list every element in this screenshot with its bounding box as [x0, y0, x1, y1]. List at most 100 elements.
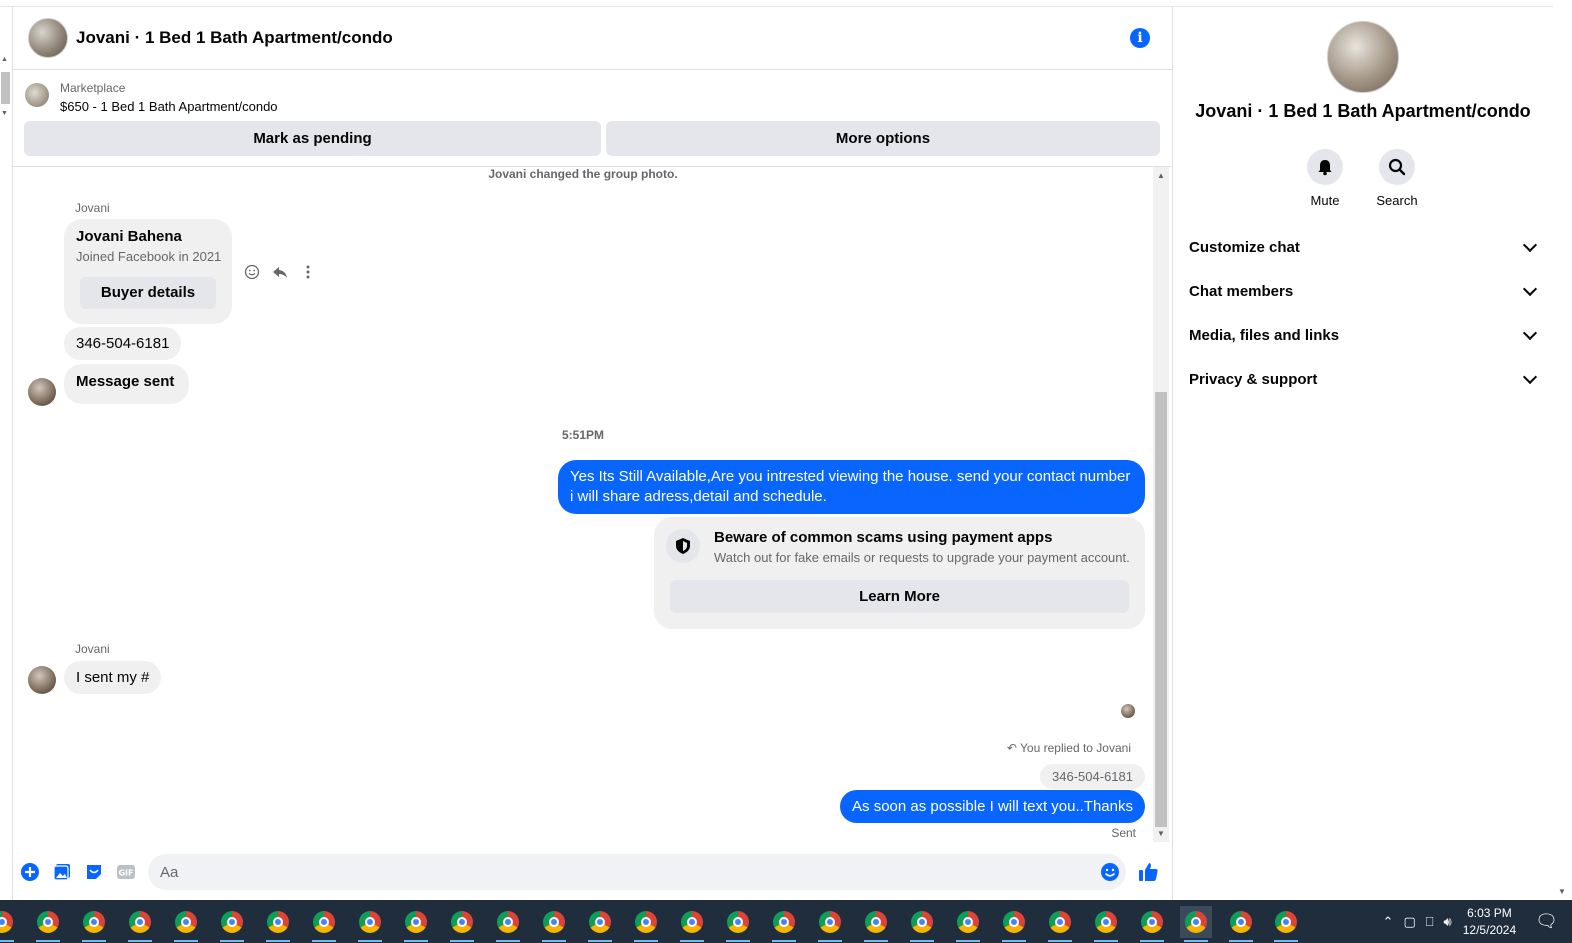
sender-avatar[interactable]	[28, 378, 56, 406]
learn-more-button[interactable]: Learn More	[670, 580, 1129, 613]
taskbar-app-chrome[interactable]	[78, 906, 110, 942]
clock[interactable]: 6:03 PM 12/5/2024	[1463, 905, 1516, 939]
scroll-thumb[interactable]	[1155, 392, 1167, 827]
section-media-files-links[interactable]: Media, files and links	[1189, 321, 1539, 349]
taskbar-app-chrome[interactable]	[1136, 906, 1168, 942]
group-avatar-large[interactable]	[1327, 21, 1399, 93]
left-scrollbar[interactable]: ▲ ▼	[0, 52, 12, 120]
taskbar-app-chrome[interactable]	[722, 906, 754, 942]
group-avatar[interactable]	[28, 18, 68, 58]
chevron-up-icon[interactable]: ⌃	[1383, 914, 1394, 930]
message-bubble[interactable]: I sent my #	[64, 661, 162, 694]
taskbar-app-chrome[interactable]	[1180, 906, 1212, 942]
notification-icon[interactable]: 🗨︎	[1535, 911, 1558, 932]
mute-label: Mute	[1310, 193, 1340, 208]
running-indicator	[312, 940, 336, 942]
scroll-down-arrow-icon[interactable]: ▼	[1, 110, 8, 117]
search-icon[interactable]	[1379, 149, 1415, 185]
message-bubble-outgoing[interactable]: As soon as possible I will text you..Tha…	[840, 790, 1145, 823]
mark-as-pending-button[interactable]: Mark as pending	[24, 121, 601, 156]
scroll-up-arrow-icon[interactable]: ▲	[1157, 171, 1165, 180]
composer: GIF	[13, 848, 1172, 900]
mute-button[interactable]: Mute	[1295, 149, 1355, 208]
taskbar-app-chrome[interactable]	[400, 906, 432, 942]
taskbar-app-chrome[interactable]	[262, 906, 294, 942]
replied-quote[interactable]: 346-504-6181	[1040, 764, 1145, 789]
taskbar-app-chrome[interactable]	[354, 906, 386, 942]
emoji-icon[interactable]	[1099, 861, 1121, 883]
running-indicator	[404, 940, 428, 942]
taskbar-app-chrome[interactable]	[308, 906, 340, 942]
volume-icon[interactable]: 🔊︎	[1444, 914, 1452, 930]
chat-title[interactable]: Jovani · 1 Bed 1 Bath Apartment/condo	[76, 28, 393, 48]
sticker-icon[interactable]	[83, 861, 105, 883]
listing-thumbnail[interactable]	[25, 83, 49, 107]
taskbar-app-chrome[interactable]	[676, 906, 708, 942]
scroll-down-arrow-icon[interactable]: ▼	[1558, 887, 1566, 896]
message-input[interactable]	[148, 854, 1126, 890]
message-bubble-outgoing[interactable]: Yes Its Still Available,Are you intreste…	[558, 460, 1145, 514]
running-indicator	[0, 940, 14, 942]
search-button[interactable]: Search	[1367, 149, 1427, 208]
scroll-down-arrow-icon[interactable]: ▼	[1157, 829, 1165, 838]
taskbar-app-chrome[interactable]	[1225, 906, 1257, 942]
chrome-icon	[589, 911, 611, 933]
taskbar-app-chrome[interactable]	[814, 906, 846, 942]
taskbar-app-chrome[interactable]	[492, 906, 524, 942]
taskbar-app-chrome[interactable]	[124, 906, 156, 942]
taskbar-app-chrome[interactable]	[630, 906, 662, 942]
more-vertical-icon[interactable]	[299, 263, 317, 281]
conversation: Jovani changed the group photo. Jovani J…	[13, 167, 1153, 847]
buyer-details-button[interactable]: Buyer details	[80, 277, 216, 309]
network-icon[interactable]: ⎕	[1426, 914, 1434, 930]
listing-title[interactable]: $650 - 1 Bed 1 Bath Apartment/condo	[60, 99, 278, 114]
taskbar-app-chrome[interactable]	[1270, 906, 1302, 942]
taskbar-app-chrome[interactable]	[860, 906, 892, 942]
clock-date: 12/5/2024	[1462, 922, 1517, 937]
bell-icon[interactable]	[1307, 149, 1343, 185]
running-indicator	[956, 940, 980, 942]
chrome-icon	[1049, 911, 1071, 933]
message-bubble[interactable]: Message sent	[64, 364, 190, 404]
chrome-icon	[865, 911, 887, 933]
taskbar-app-chrome[interactable]	[768, 906, 800, 942]
section-privacy-support[interactable]: Privacy & support	[1189, 365, 1539, 393]
running-indicator	[82, 940, 106, 942]
taskbar-app-chrome[interactable]	[1090, 906, 1122, 942]
taskbar-app-chrome[interactable]	[1044, 906, 1076, 942]
sender-name: Jovani	[75, 201, 110, 215]
window-scrollbar[interactable]: ▼	[1553, 0, 1572, 900]
taskbar-app-chrome[interactable]	[0, 906, 18, 942]
taskbar-app-chrome[interactable]	[998, 906, 1030, 942]
chrome-icon	[37, 911, 59, 933]
message-bubble[interactable]: 346-504-6181	[64, 327, 182, 360]
reply-icon[interactable]	[271, 263, 289, 281]
taskbar-app-chrome[interactable]	[170, 906, 202, 942]
gif-icon[interactable]: GIF	[115, 861, 137, 883]
taskbar-app-chrome[interactable]	[32, 906, 64, 942]
taskbar-app-chrome[interactable]	[584, 906, 616, 942]
more-options-button[interactable]: More options	[606, 121, 1160, 156]
section-chat-members[interactable]: Chat members	[1189, 277, 1539, 305]
chrome-icon	[313, 911, 335, 933]
plus-icon[interactable]	[19, 861, 41, 883]
react-icon[interactable]	[243, 263, 261, 281]
image-icon[interactable]	[51, 861, 73, 883]
thumbs-up-icon[interactable]	[1138, 861, 1160, 883]
scroll-thumb[interactable]	[1, 72, 10, 104]
sender-avatar[interactable]	[28, 666, 56, 694]
taskbar-app-chrome[interactable]	[906, 906, 938, 942]
info-icon[interactable]: i	[1130, 28, 1150, 48]
system-note: Jovani changed the group photo.	[488, 167, 678, 181]
chat-scrollbar[interactable]: ▲ ▼	[1153, 167, 1169, 842]
scam-title: Beware of common scams using payment app…	[714, 529, 1053, 546]
section-label: Media, files and links	[1189, 326, 1340, 344]
scroll-up-arrow-icon[interactable]: ▲	[1, 56, 8, 63]
taskbar-app-chrome[interactable]	[952, 906, 984, 942]
taskbar-app-chrome[interactable]	[216, 906, 248, 942]
meet-now-icon[interactable]: ▢	[1403, 914, 1415, 930]
taskbar-app-chrome[interactable]	[446, 906, 478, 942]
section-customize-chat[interactable]: Customize chat	[1189, 233, 1539, 261]
search-label: Search	[1376, 193, 1418, 208]
taskbar-app-chrome[interactable]	[538, 906, 570, 942]
